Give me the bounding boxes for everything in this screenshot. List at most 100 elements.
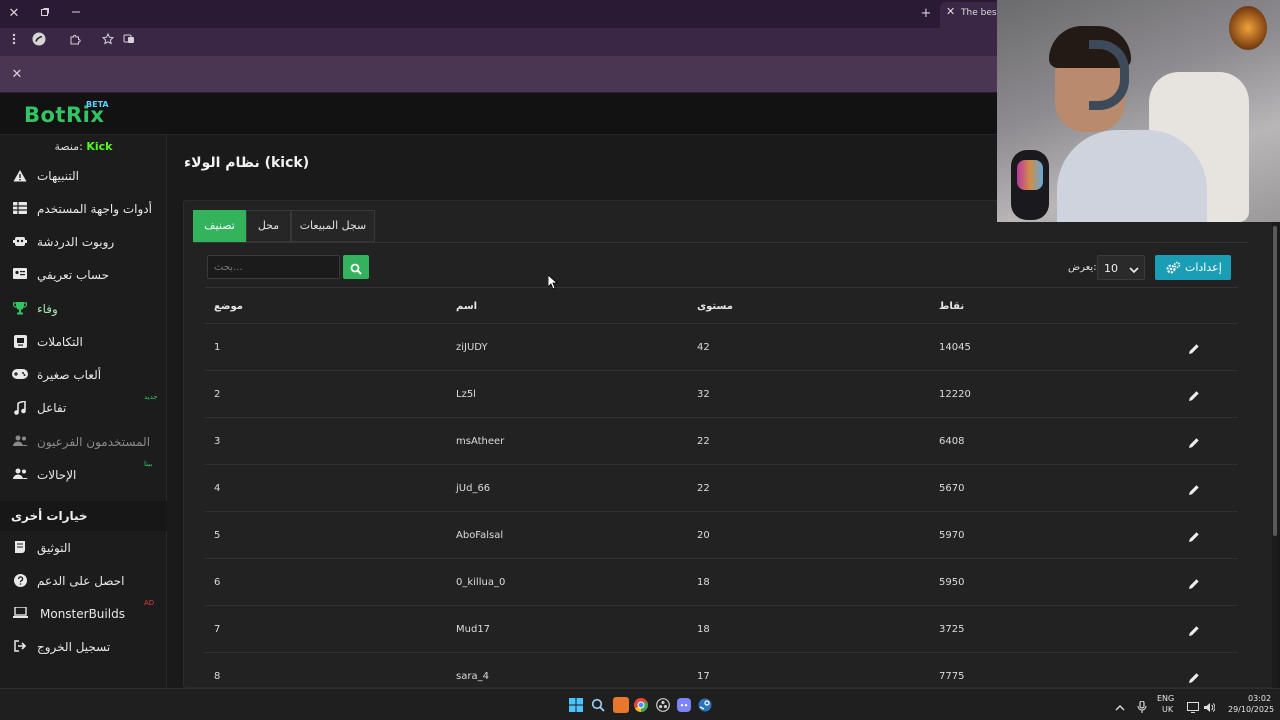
tray-chevron-up-icon[interactable] xyxy=(1115,698,1131,714)
cell-rank: 8 xyxy=(214,671,221,682)
cell-rank: 3 xyxy=(214,436,221,447)
clock-date[interactable]: 29/10/2025 xyxy=(1228,705,1274,714)
language-layout[interactable]: UK xyxy=(1162,705,1173,714)
cell-level: 32 xyxy=(697,389,710,400)
question-icon xyxy=(12,574,28,590)
edit-pencil-icon[interactable] xyxy=(1188,575,1202,589)
clock-time[interactable]: 03:02 xyxy=(1248,694,1271,703)
search-button[interactable] xyxy=(343,255,369,279)
sidebar-item-minigames[interactable]: ألعاب صغيرة xyxy=(0,360,167,392)
bookmark-star-icon[interactable] xyxy=(98,32,118,52)
cell-points: 6408 xyxy=(939,436,965,447)
page-title: نظام الولاء (kick) xyxy=(184,155,310,171)
sidebar-item-referrals[interactable]: الإحالات بيتا xyxy=(0,460,167,492)
discord-icon[interactable] xyxy=(677,697,693,713)
column-header-rank[interactable]: موضع xyxy=(214,301,243,312)
page-length-label: يعرض: xyxy=(1068,262,1097,273)
cell-name: 0_killua_0 xyxy=(456,577,506,588)
sidebar-item-profile[interactable]: حساب تعريفي xyxy=(0,260,167,292)
edit-pencil-icon[interactable] xyxy=(1188,434,1202,448)
edit-pencil-icon[interactable] xyxy=(1188,481,1202,495)
sidebar-item-docs[interactable]: التوثيق xyxy=(0,533,167,565)
sidebar-item-monsterbuilds[interactable]: MonsterBuilds AD xyxy=(0,599,167,631)
steam-icon[interactable] xyxy=(698,697,714,713)
tab-sales-log[interactable]: سجل المبيعات xyxy=(291,210,375,242)
microphone-icon[interactable] xyxy=(1137,698,1153,714)
browser-menu-icon[interactable] xyxy=(4,32,24,52)
sidebar-item-label: روبوت الدردشة xyxy=(37,235,115,249)
platform-indicator: منصة: Kick xyxy=(0,140,167,153)
trophy-icon xyxy=(12,302,28,318)
language-indicator[interactable]: ENG xyxy=(1157,694,1174,703)
speaker-icon[interactable] xyxy=(1203,698,1219,714)
cell-rank: 7 xyxy=(214,624,221,635)
page-scrollbar[interactable] xyxy=(1272,222,1278,688)
column-header-points[interactable]: نقاط xyxy=(939,301,964,312)
cell-name: msAtheer xyxy=(456,436,505,447)
sidebar-item-label: ألعاب صغيرة xyxy=(37,368,102,382)
sidebar-item-label: التنبيهات xyxy=(37,169,79,183)
cell-rank: 4 xyxy=(214,483,221,494)
tab-shop[interactable]: محل xyxy=(246,210,291,242)
settings-button[interactable]: إعدادات xyxy=(1155,255,1231,280)
sidebar-item-chatbot[interactable]: روبوت الدردشة xyxy=(0,227,167,259)
cell-points: 14045 xyxy=(939,342,971,353)
profile-avatar-icon[interactable] xyxy=(29,32,49,52)
sidebar-item-label: التكاملات xyxy=(37,335,83,349)
sidebar-item-alerts[interactable]: التنبيهات xyxy=(0,161,167,193)
sidebar-item-label: حساب تعريفي xyxy=(37,268,110,282)
beta-badge: بيتا xyxy=(144,460,153,468)
obs-icon[interactable] xyxy=(656,697,672,713)
sidebar-item-interaction[interactable]: تفاعل جديد xyxy=(0,393,167,425)
edit-pencil-icon[interactable] xyxy=(1188,669,1202,683)
taskbar-search-icon[interactable] xyxy=(591,697,607,713)
chrome-icon[interactable] xyxy=(634,697,650,713)
cell-name: AboFalsal xyxy=(456,530,504,541)
column-header-name[interactable]: اسم xyxy=(456,301,477,312)
column-header-level[interactable]: مستوى xyxy=(697,301,733,312)
webcam-microphone-light xyxy=(1017,160,1043,190)
table-row: 6 0_killua_0 18 5950 xyxy=(205,559,1238,606)
users-icon xyxy=(12,468,28,484)
translate-icon[interactable] xyxy=(119,32,139,52)
edit-pencil-icon[interactable] xyxy=(1188,528,1202,542)
search-input[interactable] xyxy=(207,255,340,279)
edit-pencil-icon[interactable] xyxy=(1188,340,1202,354)
table-row: 4 jUd_66 22 5670 xyxy=(205,465,1238,512)
cell-level: 18 xyxy=(697,577,710,588)
tab-ranking[interactable]: تصنيف xyxy=(193,210,246,242)
table-row: 8 sara_4 17 7775 xyxy=(205,653,1238,687)
id-card-icon xyxy=(12,268,28,284)
gears-icon xyxy=(1165,260,1181,279)
chevron-down-icon xyxy=(1128,261,1140,280)
edit-pencil-icon[interactable] xyxy=(1188,387,1202,401)
table-header: موضع اسم مستوى نقاط xyxy=(205,287,1238,324)
sidebar-item-logout[interactable]: تسجيل الخروج xyxy=(0,632,167,664)
window-close-icon[interactable]: ✕ xyxy=(4,4,24,24)
windows-start-icon[interactable] xyxy=(569,697,585,713)
page-length-select[interactable]: 10 xyxy=(1097,255,1145,280)
window-restore-icon[interactable] xyxy=(35,4,55,24)
beta-badge: BETA xyxy=(86,100,109,109)
edit-pencil-icon[interactable] xyxy=(1188,622,1202,636)
display-icon[interactable] xyxy=(1187,698,1203,714)
sidebar-item-subusers[interactable]: المستخدمون الفرعيون xyxy=(0,427,167,459)
cell-name: Lz5l xyxy=(456,389,476,400)
extensions-icon[interactable] xyxy=(65,32,85,52)
sidebar-item-support[interactable]: احصل على الدعم xyxy=(0,566,167,598)
sidebar-item-loyalty[interactable]: وفاء xyxy=(0,294,167,326)
info-bar-close-icon[interactable]: ✕ xyxy=(7,65,27,85)
windows-taskbar: ENG UK 03:02 29/10/2025 xyxy=(0,688,1280,720)
table-row: 2 Lz5l 32 12220 xyxy=(205,371,1238,418)
sidebar-item-integrations[interactable]: التكاملات xyxy=(0,327,167,359)
sidebar-item-label: التوثيق xyxy=(37,541,71,555)
window-minimize-icon[interactable] xyxy=(66,4,86,24)
sidebar-item-label: تفاعل xyxy=(37,401,67,415)
tab-close-icon[interactable]: ✕ xyxy=(946,5,955,18)
cell-name: ziJUDY xyxy=(456,342,488,353)
cell-points: 3725 xyxy=(939,624,965,635)
new-tab-icon[interactable]: + xyxy=(916,4,936,24)
scrollbar-thumb[interactable] xyxy=(1273,226,1277,536)
taskbar-app-icon[interactable] xyxy=(613,697,629,713)
sidebar-item-widgets[interactable]: أدوات واجهة المستخدم xyxy=(0,194,167,226)
